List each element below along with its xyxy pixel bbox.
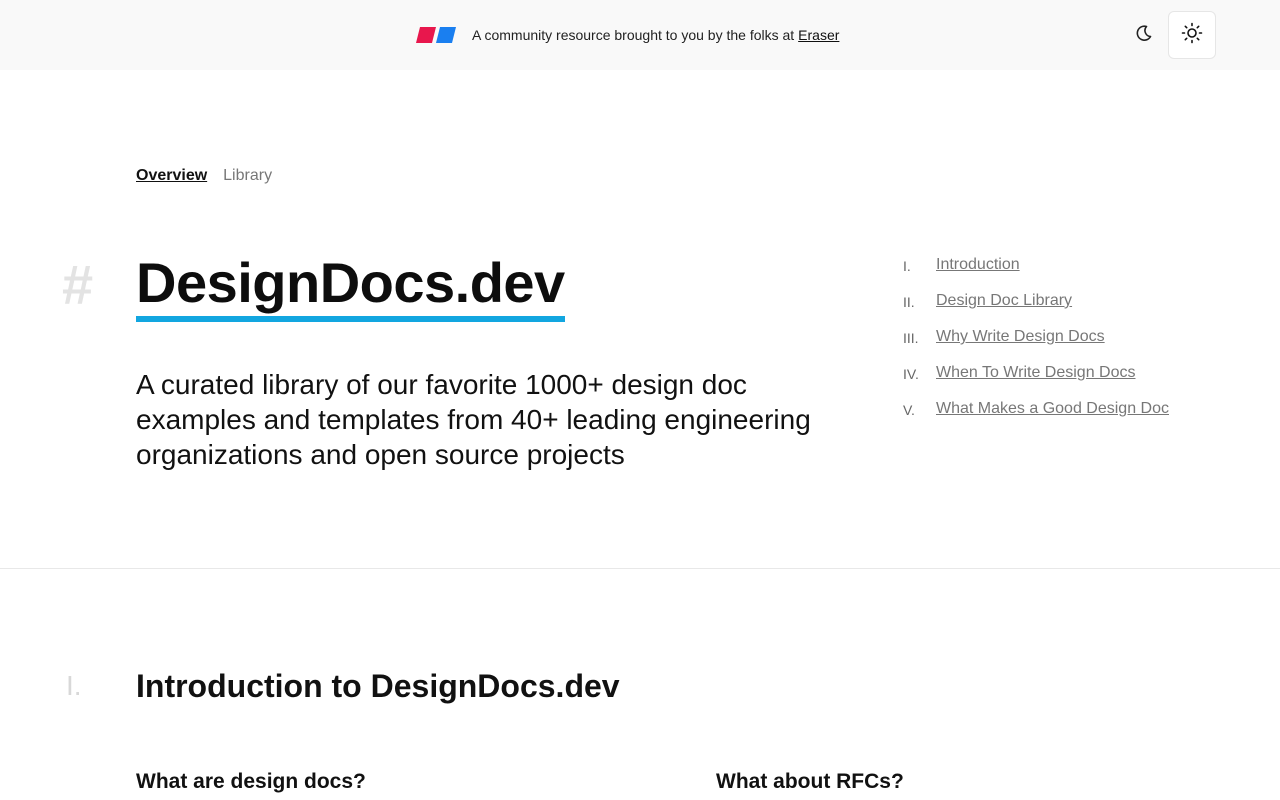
toc-link-when[interactable]: When To Write Design Docs — [936, 364, 1135, 382]
toc-number: I. — [903, 258, 911, 274]
toc-item: III. Why Write Design Docs — [903, 328, 1243, 364]
subheading-rfcs: What about RFCs? — [716, 770, 904, 793]
table-of-contents: I. Introduction II. Design Doc Library I… — [903, 256, 1243, 436]
toc-number: III. — [903, 330, 919, 346]
sun-icon — [1181, 22, 1203, 49]
toc-number: II. — [903, 294, 915, 310]
toc-number: IV. — [903, 366, 919, 382]
toc-link-introduction[interactable]: Introduction — [936, 256, 1020, 274]
page-subtitle: A curated library of our favorite 1000+ … — [136, 369, 811, 470]
light-mode-button[interactable] — [1168, 11, 1216, 59]
toc-number: V. — [903, 402, 915, 418]
toc-link-library[interactable]: Design Doc Library — [936, 292, 1072, 310]
section-title: Introduction to DesignDocs.dev — [136, 668, 620, 704]
eraser-logo-icon[interactable] — [416, 27, 456, 43]
section-number: I. — [66, 670, 82, 701]
banner-content: A community resource brought to you by t… — [416, 0, 839, 70]
page-tabs: Overview Library — [136, 167, 272, 185]
moon-icon — [1134, 23, 1154, 48]
toc-link-why[interactable]: Why Write Design Docs — [936, 328, 1105, 346]
eraser-link[interactable]: Eraser — [798, 27, 839, 43]
anchor-hash[interactable]: # — [62, 253, 93, 317]
banner-text: A community resource brought to you by t… — [472, 27, 795, 43]
tab-overview[interactable]: Overview — [136, 167, 207, 185]
toc-item: IV. When To Write Design Docs — [903, 364, 1243, 400]
tab-library[interactable]: Library — [223, 167, 272, 185]
top-banner: A community resource brought to you by t… — [0, 0, 1280, 70]
toc-link-good-doc[interactable]: What Makes a Good Design Doc — [936, 400, 1169, 418]
page-title: DesignDocs.dev — [136, 250, 565, 322]
subheading-design-docs: What are design docs? — [136, 770, 366, 793]
toc-item: V. What Makes a Good Design Doc — [903, 400, 1243, 436]
dark-mode-button[interactable] — [1130, 21, 1158, 49]
toc-item: I. Introduction — [903, 256, 1243, 292]
toc-item: II. Design Doc Library — [903, 292, 1243, 328]
section-divider — [0, 568, 1280, 569]
